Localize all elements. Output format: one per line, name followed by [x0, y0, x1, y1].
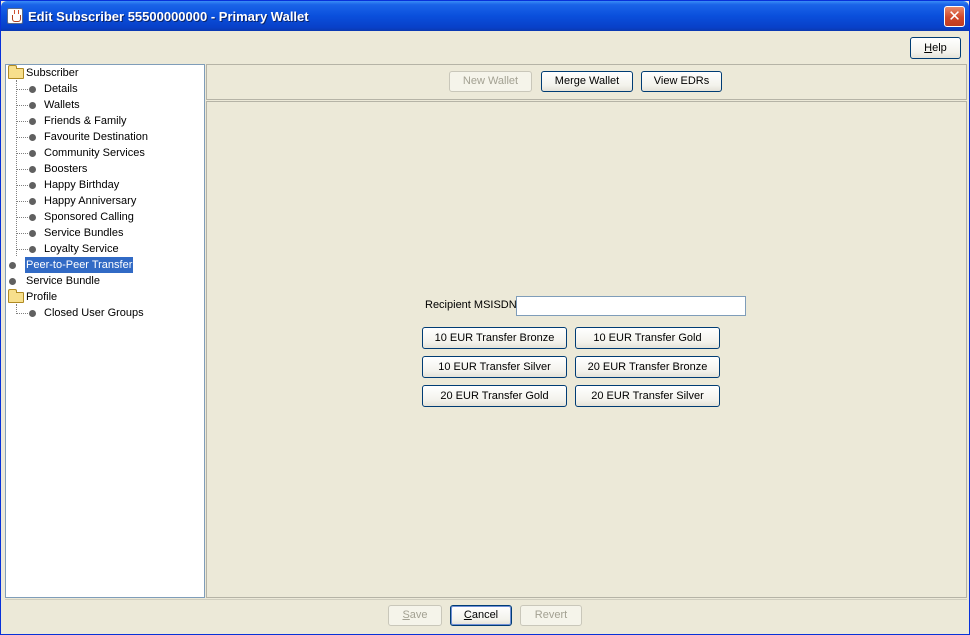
tree-connector — [16, 153, 28, 154]
tree-node-service-bundles[interactable]: Service Bundles — [6, 225, 204, 241]
leaf-bullet-icon — [29, 230, 36, 237]
leaf-bullet-icon — [29, 118, 36, 125]
title-bar[interactable]: Edit Subscriber 55500000000 - Primary Wa… — [1, 1, 969, 31]
transfer-10-silver-button[interactable]: 10 EUR Transfer Silver — [422, 356, 567, 378]
leaf-bullet-icon — [29, 86, 36, 93]
tree-node-label: Profile — [26, 289, 57, 305]
java-cup-icon — [7, 8, 23, 24]
transfer-10-gold-button[interactable]: 10 EUR Transfer Gold — [575, 327, 720, 349]
save-label-rest: ave — [410, 609, 428, 621]
tree-connector — [16, 185, 28, 186]
help-label-rest: elp — [932, 42, 947, 54]
edit-subscriber-window: Edit Subscriber 55500000000 - Primary Wa… — [0, 0, 970, 635]
tree-node-happy-anniversary[interactable]: Happy Anniversary — [6, 193, 204, 209]
tree-node-label: Wallets — [44, 97, 80, 113]
tree-node-favourite-destination[interactable]: Favourite Destination — [6, 129, 204, 145]
tree-node-closed-user-groups[interactable]: Closed User Groups — [6, 305, 204, 321]
tree-connector — [16, 201, 28, 202]
help-mnemonic: H — [924, 42, 932, 54]
folder-icon — [8, 292, 24, 303]
tree-connector — [16, 233, 28, 234]
tree-node-label: Sponsored Calling — [44, 209, 134, 225]
save-button[interactable]: Save — [388, 605, 442, 626]
tree-node-peer-to-peer-transfer[interactable]: Peer-to-Peer Transfer — [6, 257, 204, 273]
close-window-button[interactable]: ✕ — [944, 6, 965, 27]
transfer-content-panel — [206, 101, 967, 598]
leaf-bullet-icon — [29, 102, 36, 109]
tree-node-boosters[interactable]: Boosters — [6, 161, 204, 177]
tree-connector — [16, 137, 28, 138]
tree-node-friends-family[interactable]: Friends & Family — [6, 113, 204, 129]
tree-node-sponsored-calling[interactable]: Sponsored Calling — [6, 209, 204, 225]
help-button[interactable]: Help — [910, 37, 961, 59]
tree-connector — [16, 169, 28, 170]
navigation-tree: Subscriber Details Wallets Friends & Fam… — [5, 64, 205, 598]
window-title: Edit Subscriber 55500000000 - Primary Wa… — [28, 9, 309, 24]
leaf-bullet-icon — [9, 262, 16, 269]
transfer-20-bronze-button[interactable]: 20 EUR Transfer Bronze — [575, 356, 720, 378]
revert-button[interactable]: Revert — [520, 605, 582, 626]
view-edrs-button[interactable]: View EDRs — [641, 71, 722, 92]
leaf-bullet-icon — [29, 182, 36, 189]
tree-node-label: Favourite Destination — [44, 129, 148, 145]
leaf-bullet-icon — [29, 214, 36, 221]
tree-connector — [16, 89, 28, 90]
tree-node-label: Friends & Family — [44, 113, 127, 129]
tree-node-label: Service Bundle — [26, 273, 100, 289]
tree-node-label: Service Bundles — [44, 225, 124, 241]
tree-connector — [16, 249, 28, 250]
tree-node-profile[interactable]: Profile — [6, 289, 204, 305]
tree-connector — [16, 313, 28, 314]
leaf-bullet-icon — [29, 134, 36, 141]
tree-node-label: Details — [44, 81, 78, 97]
leaf-bullet-icon — [29, 310, 36, 317]
tree-node-label: Happy Anniversary — [44, 193, 136, 209]
cancel-mnemonic: C — [464, 609, 472, 621]
tree-node-label: Closed User Groups — [44, 305, 144, 321]
transfer-20-silver-button[interactable]: 20 EUR Transfer Silver — [575, 385, 720, 407]
folder-icon — [8, 68, 24, 79]
cancel-label-rest: ancel — [472, 609, 498, 621]
leaf-bullet-icon — [29, 166, 36, 173]
merge-wallet-button[interactable]: Merge Wallet — [541, 71, 633, 92]
leaf-bullet-icon — [29, 150, 36, 157]
new-wallet-button[interactable]: New Wallet — [449, 71, 532, 92]
tree-node-label: Peer-to-Peer Transfer — [25, 257, 133, 273]
tree-node-details[interactable]: Details — [6, 81, 204, 97]
tree-node-happy-birthday[interactable]: Happy Birthday — [6, 177, 204, 193]
tree-node-subscriber[interactable]: Subscriber — [6, 65, 204, 81]
tree-node-loyalty-service[interactable]: Loyalty Service — [6, 241, 204, 257]
tree-node-wallets[interactable]: Wallets — [6, 97, 204, 113]
transfer-20-gold-button[interactable]: 20 EUR Transfer Gold — [422, 385, 567, 407]
tree-node-label: Happy Birthday — [44, 177, 119, 193]
footer-divider — [5, 599, 967, 600]
tree-node-label: Community Services — [44, 145, 145, 161]
tree-connector — [16, 217, 28, 218]
close-icon: ✕ — [948, 7, 961, 25]
tree-connector — [16, 121, 28, 122]
save-mnemonic: S — [402, 609, 409, 621]
leaf-bullet-icon — [29, 198, 36, 205]
tree-node-label: Loyalty Service — [44, 241, 119, 257]
leaf-bullet-icon — [9, 278, 16, 285]
tree-node-label: Subscriber — [26, 65, 79, 81]
tree-node-community-services[interactable]: Community Services — [6, 145, 204, 161]
tree-node-service-bundle[interactable]: Service Bundle — [6, 273, 204, 289]
cancel-button[interactable]: Cancel — [450, 605, 512, 626]
transfer-10-bronze-button[interactable]: 10 EUR Transfer Bronze — [422, 327, 567, 349]
recipient-msisdn-input[interactable] — [516, 296, 746, 316]
recipient-msisdn-label: Recipient MSISDN — [425, 299, 517, 311]
tree-node-label: Boosters — [44, 161, 87, 177]
leaf-bullet-icon — [29, 246, 36, 253]
tree-connector — [16, 105, 28, 106]
